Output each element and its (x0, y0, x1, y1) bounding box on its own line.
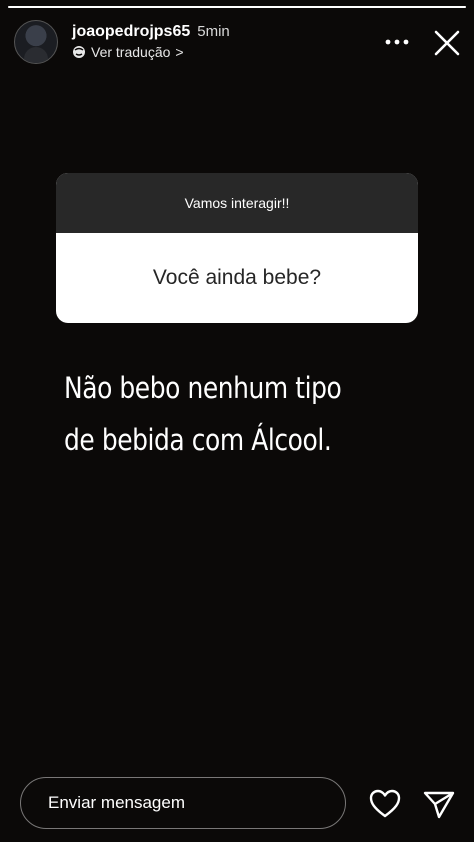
question-sticker[interactable]: Vamos interagir!! Você ainda bebe? (56, 173, 418, 323)
story-progress-bar (8, 6, 466, 8)
username-row: joaopedrojps65 5min (72, 23, 230, 41)
translate-link[interactable]: Ver tradução > (72, 44, 230, 60)
story-progress-fill (8, 6, 466, 8)
timestamp: 5min (197, 23, 230, 40)
story-header: joaopedrojps65 5min Ver tradução > (14, 20, 230, 64)
send-icon (423, 791, 455, 819)
more-horizontal-icon (385, 39, 409, 45)
story-view: joaopedrojps65 5min Ver tradução > Vamos… (0, 0, 474, 842)
story-answer-text: Não bebo nenhum tipo de bebida com Álcoo… (64, 371, 342, 457)
question-sticker-text: Você ainda bebe? (152, 266, 322, 289)
chevron-right-icon: > (175, 44, 184, 60)
avatar[interactable] (14, 20, 58, 64)
close-button[interactable] (432, 28, 462, 58)
message-input[interactable]: Enviar mensagem (20, 777, 346, 829)
like-button[interactable] (368, 788, 402, 820)
close-icon (434, 30, 460, 56)
avatar-figure (24, 47, 48, 63)
send-button[interactable] (422, 788, 456, 820)
header-text: joaopedrojps65 5min Ver tradução > (72, 23, 230, 60)
username[interactable]: joaopedrojps65 (72, 23, 190, 41)
translate-label: Ver tradução (91, 44, 171, 60)
heart-icon (369, 789, 401, 818)
question-sticker-title: Vamos interagir!! (56, 173, 418, 233)
translate-globe-icon (73, 46, 85, 58)
message-input-placeholder: Enviar mensagem (48, 793, 186, 812)
more-options-button[interactable] (382, 30, 412, 54)
